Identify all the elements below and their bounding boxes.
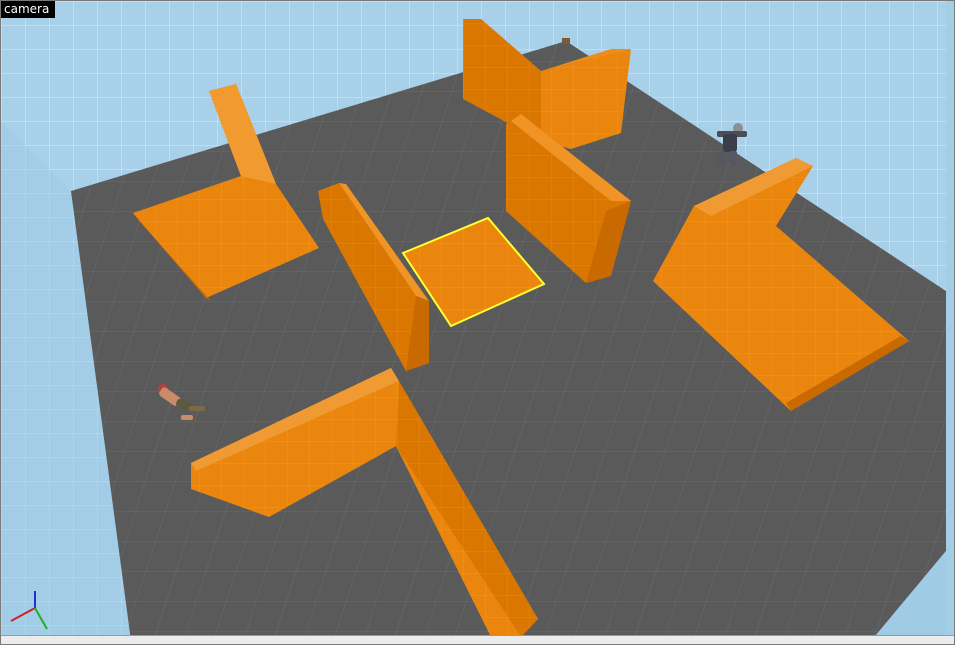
- 3d-scene[interactable]: [1, 1, 955, 645]
- viewport-label[interactable]: camera: [1, 1, 56, 18]
- crate-prop: [562, 38, 570, 44]
- viewport-bottom-border: [1, 635, 954, 644]
- right-wall: [946, 1, 954, 644]
- camera-viewport[interactable]: camera: [0, 0, 955, 645]
